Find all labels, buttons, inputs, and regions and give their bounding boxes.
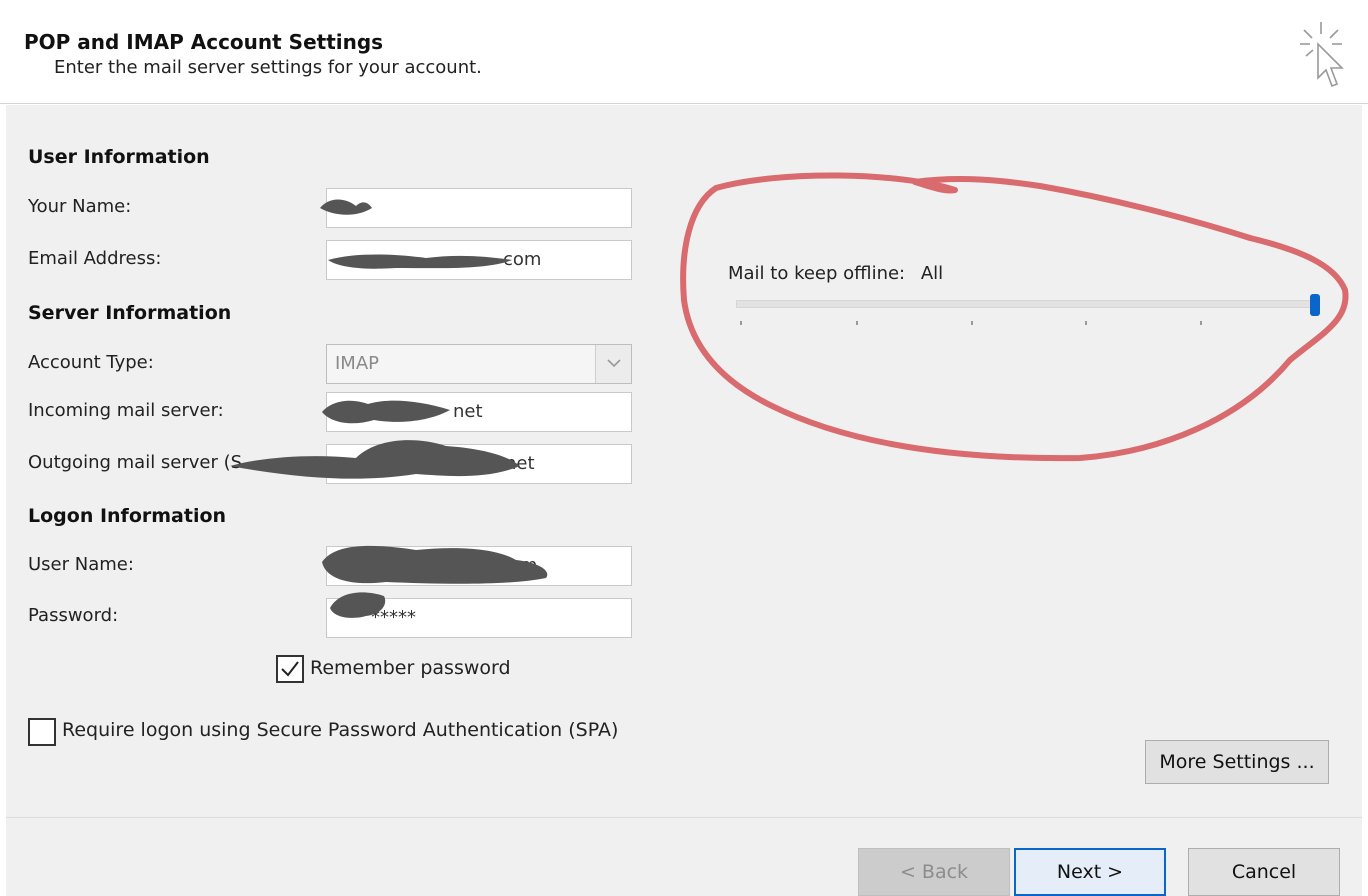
spa-checkbox[interactable] — [28, 718, 56, 746]
redaction-scribble — [322, 400, 450, 424]
page-subtitle: Enter the mail server settings for your … — [54, 57, 482, 78]
offline-label-text: Mail to keep offline: — [728, 263, 906, 284]
more-settings-button[interactable]: More Settings ... — [1145, 740, 1329, 784]
offline-slider-thumb[interactable] — [1310, 294, 1320, 316]
offline-setting-label: Mail to keep offline: All — [728, 263, 943, 284]
spa-label: Require logon using Secure Password Auth… — [62, 719, 619, 741]
slider-tick — [971, 321, 973, 325]
account-type-select[interactable]: IMAP — [326, 344, 632, 384]
footer-divider — [6, 817, 1362, 818]
logon-information-heading: Logon Information — [28, 505, 227, 527]
user-information-heading: User Information — [28, 146, 210, 168]
remember-password-label: Remember password — [310, 657, 511, 679]
next-button[interactable]: Next > — [1014, 848, 1166, 896]
page-title: POP and IMAP Account Settings — [24, 30, 384, 54]
slider-tick — [1085, 321, 1087, 325]
redaction-scribble — [230, 440, 520, 479]
left-border — [0, 105, 6, 896]
password-label: Password: — [28, 605, 119, 626]
incoming-server-label: Incoming mail server: — [28, 400, 224, 421]
email-address-label: Email Address: — [28, 248, 162, 269]
account-type-label: Account Type: — [28, 352, 154, 373]
user-name-label: User Name: — [28, 554, 134, 575]
slider-tick — [740, 321, 742, 325]
your-name-label: Your Name: — [28, 196, 132, 217]
dialog-header: POP and IMAP Account Settings Enter the … — [0, 0, 1368, 104]
redaction-scribble — [322, 545, 548, 584]
chevron-down-icon[interactable] — [595, 345, 631, 383]
offline-slider-track[interactable] — [736, 300, 1320, 308]
offline-value: All — [920, 263, 944, 284]
outgoing-server-label: Outgoing mail server (S — [28, 452, 243, 473]
right-border — [1362, 105, 1368, 896]
cancel-button[interactable]: Cancel — [1188, 848, 1340, 896]
redaction-scribble — [330, 592, 386, 618]
cursor-sparkle-icon — [1300, 22, 1344, 88]
account-type-value: IMAP — [335, 353, 380, 374]
checkmark-icon — [281, 661, 299, 677]
slider-tick — [1200, 321, 1202, 325]
server-information-heading: Server Information — [28, 302, 232, 324]
back-button[interactable]: < Back — [858, 848, 1010, 896]
remember-password-checkbox[interactable] — [276, 655, 304, 683]
redaction-scribble — [320, 199, 372, 215]
slider-tick — [856, 321, 858, 325]
redaction-scribble — [328, 254, 512, 269]
